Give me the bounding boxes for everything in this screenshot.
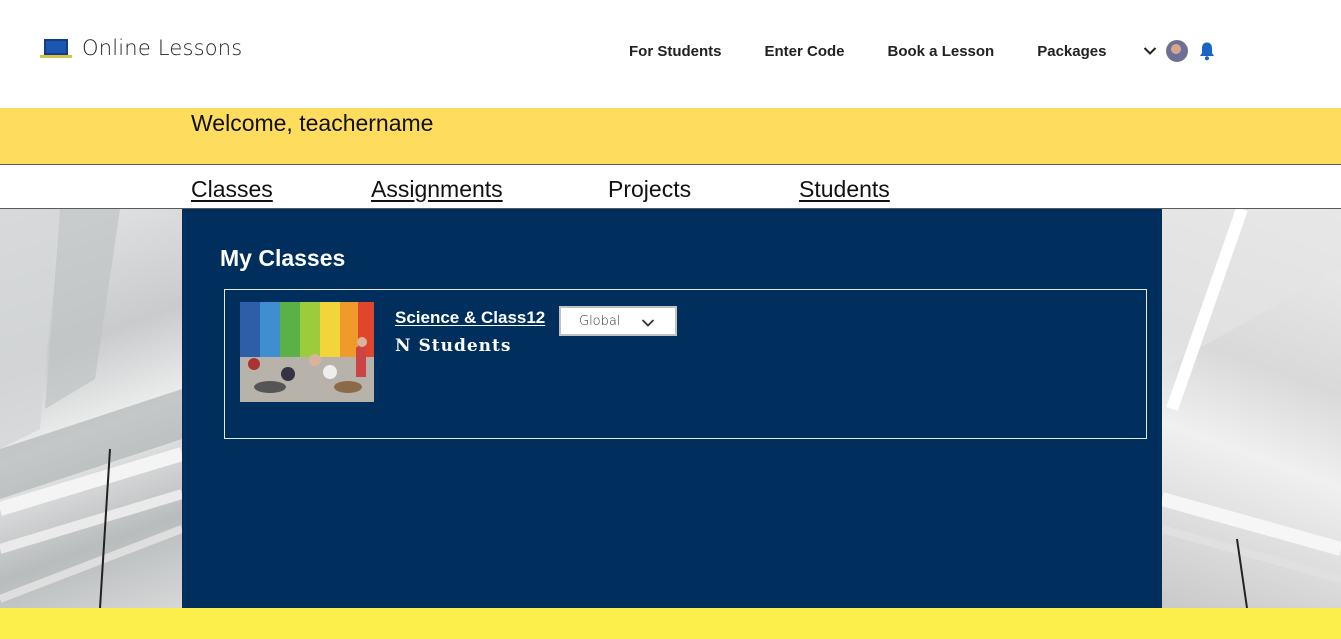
chevron-down-icon[interactable] bbox=[1142, 43, 1158, 59]
class-scope-select[interactable]: Global bbox=[559, 306, 677, 336]
nav-packages[interactable]: Packages bbox=[1037, 43, 1106, 60]
tab-assignments[interactable]: Assignments bbox=[371, 176, 503, 203]
nav-book-a-lesson[interactable]: Book a Lesson bbox=[888, 43, 995, 60]
tab-classes[interactable]: Classes bbox=[191, 176, 273, 203]
logo-text: Online Lessons bbox=[82, 36, 243, 60]
class-thumbnail[interactable] bbox=[240, 302, 374, 402]
welcome-text: Welcome, teachername bbox=[191, 110, 434, 136]
laptop-logo-icon bbox=[40, 36, 72, 60]
background-photo-left bbox=[0, 209, 182, 608]
scope-select-value: Global bbox=[579, 313, 621, 329]
chevron-down-icon bbox=[641, 315, 655, 333]
tab-students[interactable]: Students bbox=[799, 176, 890, 203]
class-student-count: N Students bbox=[395, 336, 512, 356]
main-nav: For Students Enter Code Book a Lesson Pa… bbox=[629, 40, 1216, 62]
background-photo-right bbox=[1162, 209, 1341, 608]
site-logo[interactable]: Online Lessons bbox=[40, 36, 242, 60]
nav-for-students[interactable]: For Students bbox=[629, 43, 722, 60]
site-header: Online Lessons For Students Enter Code B… bbox=[0, 0, 1341, 108]
bell-icon[interactable] bbox=[1198, 41, 1216, 61]
footer-band bbox=[0, 608, 1341, 639]
avatar[interactable] bbox=[1166, 40, 1189, 62]
tab-projects[interactable]: Projects bbox=[608, 176, 691, 203]
page-title: My Classes bbox=[220, 245, 346, 271]
nav-enter-code[interactable]: Enter Code bbox=[765, 43, 845, 60]
class-name-link[interactable]: Science & Class12 bbox=[395, 308, 545, 328]
